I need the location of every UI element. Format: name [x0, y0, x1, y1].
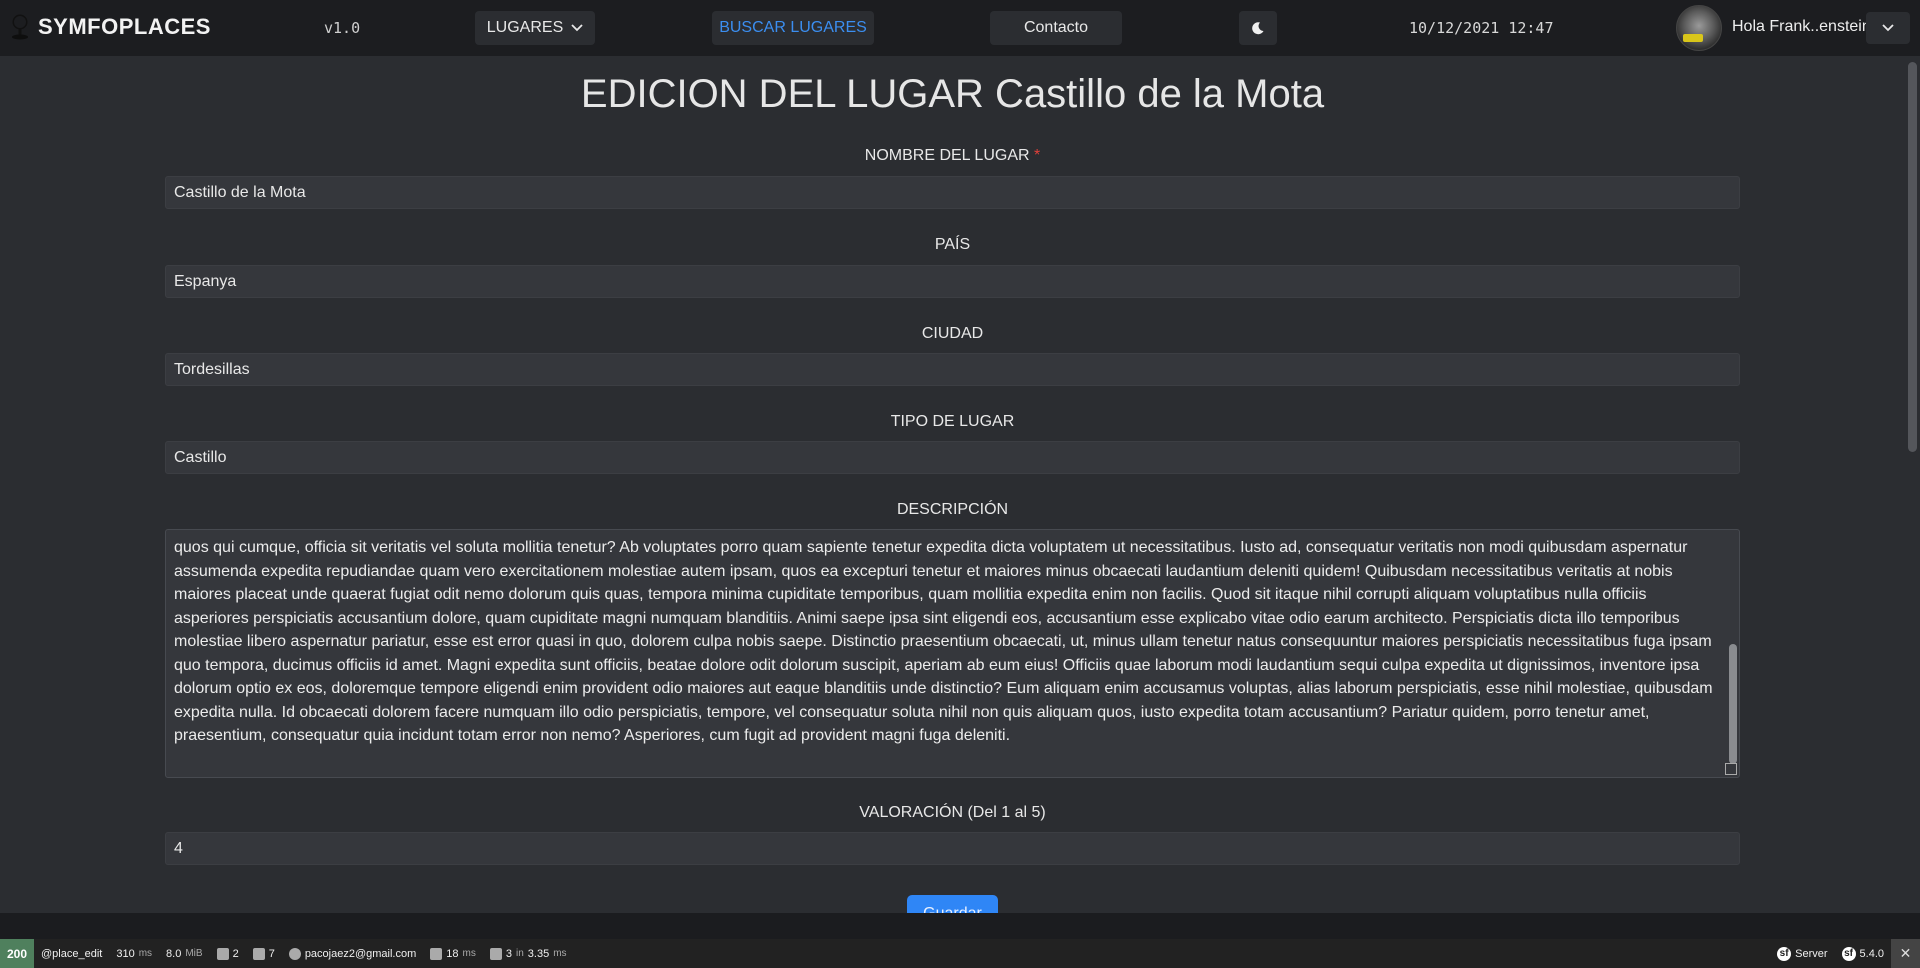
db-in: in	[515, 948, 524, 959]
database-icon	[489, 947, 502, 960]
twig-time: 18	[446, 947, 459, 960]
time-item[interactable]: 310 ms	[109, 939, 159, 968]
tipo-input[interactable]: Castillo	[165, 441, 1740, 474]
symfony-logo-icon: sf	[1777, 946, 1792, 961]
forms-icon	[216, 947, 229, 960]
server-item[interactable]: sf Server	[1770, 939, 1834, 968]
valoracion-label: VALORACIÓN (Del 1 al 5)	[859, 804, 1046, 821]
twig-icon	[430, 947, 443, 960]
theme-toggle-button[interactable]	[1239, 11, 1277, 45]
textarea-scrollbar[interactable]	[1729, 534, 1737, 775]
contacto-link[interactable]: Contacto	[990, 11, 1122, 45]
nombre-input[interactable]: Castillo de la Mota	[165, 176, 1740, 209]
pais-input[interactable]: Espanya	[165, 265, 1740, 298]
memory-value: 8.0	[166, 947, 182, 960]
twig-unit: ms	[462, 948, 476, 959]
tipo-label: TIPO DE LUGAR	[890, 413, 1015, 430]
twig-item[interactable]: 18 ms	[423, 939, 483, 968]
nombre-label-text: NOMBRE DEL LUGAR	[864, 147, 1030, 164]
symfony-logo-icon: sf	[1841, 946, 1856, 961]
lugares-dropdown[interactable]: LUGARES	[475, 11, 595, 45]
valoracion-input[interactable]: 4	[165, 832, 1740, 865]
user-email: pacojaez2@gmail.com	[304, 947, 417, 960]
time-unit: ms	[138, 948, 153, 959]
symfony-version-item[interactable]: sf 5.4.0	[1835, 939, 1891, 968]
forms-count: 2	[232, 947, 239, 960]
user-menu-toggle[interactable]	[1866, 12, 1910, 44]
forms-item[interactable]: 2	[210, 939, 246, 968]
route-text: @place_edit	[41, 947, 103, 960]
memory-unit: MiB	[185, 948, 203, 959]
status-badge[interactable]: 200	[0, 939, 34, 968]
descripcion-text: quos qui cumque, officia sit veritatis v…	[174, 539, 1713, 744]
textarea-resize-handle[interactable]	[1725, 763, 1737, 775]
map-pin-icon	[12, 14, 28, 40]
chevron-down-icon	[571, 24, 583, 32]
pais-label: PAÍS	[934, 236, 971, 253]
symfony-version: 5.4.0	[1859, 947, 1884, 960]
server-label: Server	[1795, 947, 1828, 960]
nombre-label: NOMBRE DEL LUGAR *	[165, 147, 1740, 165]
ciudad-input[interactable]: Tordesillas	[165, 353, 1740, 386]
current-datetime: 10/12/2021 12:47	[1409, 19, 1554, 37]
db-time: 3.35	[527, 947, 550, 960]
validator-icon	[252, 947, 265, 960]
user-greeting: Hola Frank..enstein	[1732, 18, 1871, 35]
route-item[interactable]: @place_edit	[34, 939, 109, 968]
brand-name: SYMFOPLACES	[38, 14, 211, 39]
moon-icon	[1252, 22, 1264, 35]
db-unit: ms	[553, 948, 567, 959]
brand-link[interactable]: SYMFOPLACES	[10, 14, 211, 40]
memory-item[interactable]: 8.0 MiB	[159, 939, 210, 968]
close-icon[interactable]: ✕	[1891, 939, 1920, 968]
navbar: SYMFOPLACES v1.0 LUGARES BUSCAR LUGARES …	[0, 0, 1920, 56]
validator-item[interactable]: 7	[246, 939, 282, 968]
lugares-label: LUGARES	[486, 19, 564, 36]
descripcion-textarea[interactable]: quos qui cumque, officia sit veritatis v…	[165, 529, 1740, 778]
ciudad-label: CIUDAD	[921, 325, 984, 342]
avatar[interactable]	[1676, 5, 1722, 51]
page-scrollbar[interactable]	[1905, 56, 1920, 913]
db-item[interactable]: 3 in 3.35 ms	[483, 939, 574, 968]
required-mark: *	[1034, 147, 1041, 164]
chevron-down-icon	[1882, 24, 1894, 32]
descripcion-label: DESCRIPCIÓN	[896, 501, 1009, 518]
buscar-lugares-link[interactable]: BUSCAR LUGARES	[712, 11, 874, 45]
page-bottom-strip	[0, 913, 1920, 939]
symfony-debug-toolbar: 200 @place_edit 310 ms 8.0 MiB 2 7 pacojae…	[0, 939, 1920, 968]
page-title: EDICION DEL LUGAR Castillo de la Mota	[580, 72, 1325, 116]
toolbar-right: sf Server sf 5.4.0 ✕	[1770, 939, 1920, 968]
user-item[interactable]: pacojaez2@gmail.com	[282, 939, 423, 968]
time-value: 310	[116, 947, 135, 960]
db-queries: 3	[505, 947, 512, 960]
app-version: v1.0	[324, 19, 361, 37]
validator-count: 7	[268, 947, 275, 960]
user-icon	[288, 947, 301, 960]
